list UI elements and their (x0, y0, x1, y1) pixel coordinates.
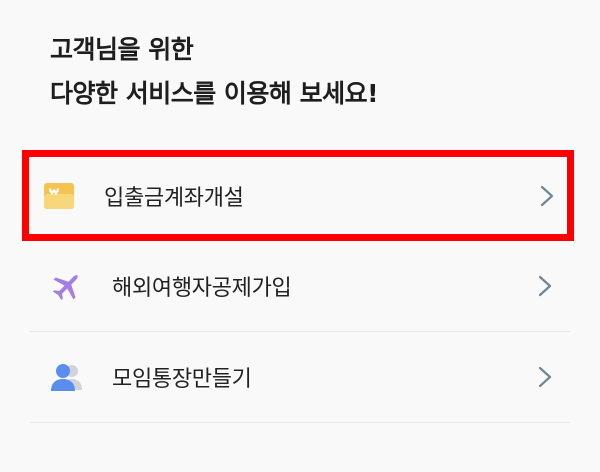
service-item-travel-insurance[interactable]: 해외여행자공제가입 (30, 241, 570, 332)
service-list: 입출금계좌개설 해외여행자공제가입 모임통장만들기 (22, 150, 574, 423)
service-item-group-account[interactable]: 모임통장만들기 (30, 332, 570, 423)
airplane-icon (52, 274, 78, 301)
chevron-right-icon (540, 185, 554, 206)
won-wallet-icon (44, 182, 74, 209)
chevron-right-icon (538, 366, 552, 388)
chevron-right-icon (538, 275, 552, 297)
service-item-open-account[interactable]: 입출금계좌개설 (22, 150, 574, 241)
service-item-label: 입출금계좌개설 (104, 185, 244, 211)
page-title: 고객님을 위한 다양한 서비스를 이용해 보세요! (50, 28, 379, 116)
service-item-label: 해외여행자공제가입 (112, 276, 292, 301)
service-item-label: 모임통장만들기 (112, 367, 252, 392)
service-page: 고객님을 위한 다양한 서비스를 이용해 보세요! 입출금계좌개설 해외여행자공… (0, 0, 600, 472)
group-people-icon (51, 364, 82, 391)
title-line-1: 고객님을 위한 (50, 35, 194, 64)
title-line-2: 다양한 서비스를 이용해 보세요! (50, 79, 379, 108)
